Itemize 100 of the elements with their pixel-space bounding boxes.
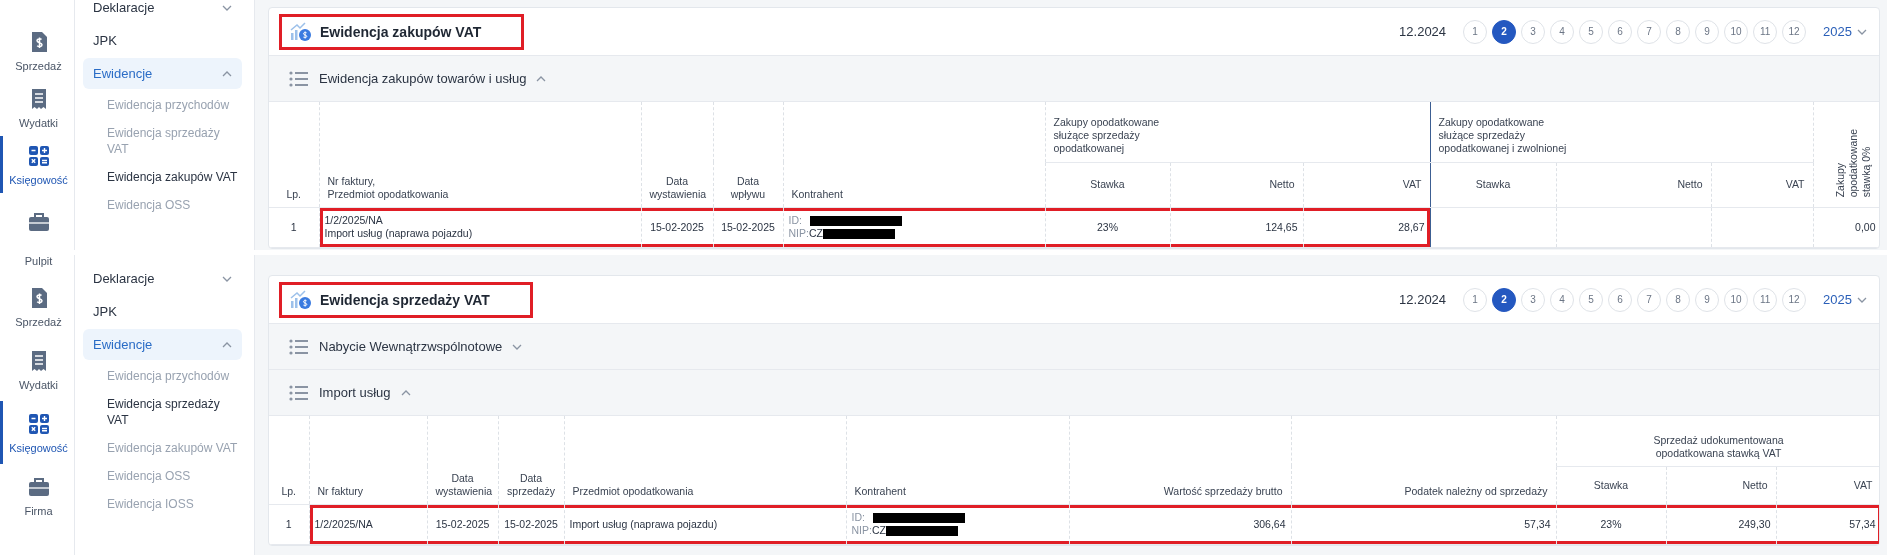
menu-item[interactable]: Ewidencja OSS — [83, 462, 242, 490]
column-header: Kontrahent — [791, 187, 843, 200]
nav-item[interactable]: Pulpit — [0, 255, 74, 275]
table-cell: 15-02-2025 — [650, 220, 704, 233]
menu-item[interactable]: JPK — [83, 296, 242, 327]
month-button[interactable]: 9 — [1695, 19, 1720, 44]
table-cell: 23% — [1097, 220, 1118, 233]
menu-item[interactable]: Ewidencje — [83, 329, 242, 360]
caret-icon — [1857, 28, 1867, 35]
month-button[interactable]: 2 — [1492, 287, 1517, 312]
column-header: Stawka — [1090, 178, 1125, 190]
month-button[interactable]: 12 — [1782, 19, 1807, 44]
month-button[interactable]: 9 — [1695, 287, 1720, 312]
table-cell: 23% — [1600, 517, 1622, 530]
section-header[interactable]: Import usług — [269, 370, 1879, 416]
chart-coin-icon — [290, 289, 312, 310]
menu-item[interactable]: Ewidencje — [83, 58, 242, 89]
month-button[interactable]: 10 — [1724, 19, 1749, 44]
month-button[interactable]: 3 — [1521, 19, 1546, 44]
month-button[interactable]: 4 — [1550, 19, 1575, 44]
month-button[interactable]: 7 — [1637, 287, 1662, 312]
table-cell: 15-02-2025 — [721, 220, 775, 233]
column-header: Stawka — [1475, 178, 1511, 190]
menu-item[interactable]: Deklaracje — [83, 0, 242, 23]
month-button[interactable]: 11 — [1753, 19, 1778, 44]
month-button[interactable]: 1 — [1463, 19, 1488, 44]
chevron-up-icon — [222, 341, 232, 348]
table-cell: 1/2/2025/NA — [314, 517, 373, 530]
column-header: Podatek należny od sprzedaży — [1404, 484, 1548, 497]
column-header: Data wystawienia — [649, 174, 707, 200]
column-group-header: Zakupy opodatkowane służące sprzedaży opodatkowanej i zwolnionej — [1438, 116, 1567, 154]
month-button[interactable]: 8 — [1666, 19, 1691, 44]
caret-icon — [1857, 296, 1867, 303]
column-header: Stawka — [1593, 478, 1629, 491]
period-label[interactable]: 12.2024 — [1399, 292, 1447, 307]
month-button[interactable]: 4 — [1550, 287, 1575, 312]
table-cell: 0,00 — [1855, 220, 1876, 233]
column-header: Przedmiot opodatkowania — [572, 484, 694, 497]
menu-item[interactable]: Deklaracje — [83, 263, 242, 294]
column-header: VAT — [1785, 178, 1805, 190]
year-dropdown[interactable]: 2025 — [1821, 22, 1869, 41]
column-header: Netto — [1269, 178, 1295, 190]
period-label[interactable]: 12.2024 — [1399, 24, 1447, 39]
section-header[interactable]: Ewidencja zakupów towarów i usług — [269, 56, 1879, 102]
menu-item[interactable]: Ewidencja sprzedaży VAT — [83, 119, 242, 163]
column-header: Netto — [1677, 178, 1703, 190]
month-button[interactable]: 2 — [1492, 19, 1517, 44]
column-header: Zakupy opodatkowane stawką 0% — [1833, 129, 1873, 198]
section-header[interactable]: Nabycie Wewnątrzwspólnotowe — [269, 324, 1879, 370]
month-button[interactable]: 1 — [1463, 287, 1488, 312]
menu-item[interactable]: Ewidencja zakupów VAT — [83, 163, 242, 191]
chart-coin-icon — [290, 21, 312, 42]
nav-item[interactable]: Wydatki — [0, 79, 74, 136]
nav-item[interactable]: Firma — [0, 464, 74, 527]
column-header: Data wystawienia — [435, 471, 493, 497]
month-button[interactable]: 6 — [1608, 19, 1633, 44]
table-cell: 28,67 — [1398, 220, 1425, 233]
chevron-down-icon — [222, 275, 232, 282]
column-header: Data sprzedaży — [507, 471, 555, 497]
menu-item[interactable]: Ewidencja przychodów — [83, 362, 242, 390]
list-icon — [289, 338, 309, 355]
month-button[interactable]: 8 — [1666, 287, 1691, 312]
column-group-header: Zakupy opodatkowane służące sprzedaży opodatkowanej — [1053, 116, 1160, 154]
menu-item[interactable]: Ewidencja OSS — [83, 191, 242, 219]
column-group-header: Sprzedaż udokumentowana opodatkowana stawką VAT — [1653, 433, 1784, 459]
month-button[interactable]: 11 — [1753, 287, 1778, 312]
column-header: Wartość sprzedaży brutto — [1163, 484, 1283, 497]
list-icon — [289, 384, 309, 401]
chevron-up-icon — [400, 389, 411, 396]
menu-item[interactable]: Ewidencja sprzedaży VAT — [83, 390, 242, 434]
nav-item[interactable]: Wydatki — [0, 338, 74, 401]
menu-item[interactable]: Ewidencja zakupów VAT — [83, 434, 242, 462]
year-dropdown[interactable]: 2025 — [1821, 290, 1869, 309]
month-button[interactable]: 3 — [1521, 287, 1546, 312]
nav-item[interactable]: Sprzedaż — [0, 22, 74, 79]
menu-item[interactable]: JPK — [83, 25, 242, 56]
month-button[interactable]: 5 — [1579, 19, 1604, 44]
column-header: Netto — [1742, 478, 1768, 491]
nav-item[interactable]: Sprzedaż — [0, 275, 74, 338]
month-button[interactable]: 6 — [1608, 287, 1633, 312]
nip-label: NIP: — [788, 227, 809, 240]
nip-label: NIP: — [851, 524, 872, 537]
month-button[interactable]: 10 — [1724, 287, 1749, 312]
table-cell: Import usług (naprawa pojazdu) — [569, 517, 718, 530]
table-cell: 15-02-2025 — [504, 517, 558, 530]
table-cell: 57,34 — [1849, 517, 1876, 530]
chevron-up-icon — [536, 75, 547, 82]
card-title: Ewidencja sprzedaży VAT — [320, 291, 490, 308]
table-cell-text: 1/2/2025/NA — [324, 214, 384, 227]
month-button[interactable]: 12 — [1782, 287, 1807, 312]
column-header: VAT — [1402, 178, 1422, 190]
month-button[interactable]: 5 — [1579, 287, 1604, 312]
id-label: ID: — [851, 511, 865, 524]
month-button[interactable]: 7 — [1637, 19, 1662, 44]
table-cell: 57,34 — [1524, 517, 1551, 530]
column-header: Nr faktury, Przedmiot opodatkowania — [327, 174, 449, 200]
table-cell: 15-02-2025 — [435, 517, 490, 530]
menu-item[interactable]: Ewidencja IOSS — [83, 490, 242, 518]
chevron-down-icon — [222, 4, 232, 11]
menu-item[interactable]: Ewidencja przychodów — [83, 91, 242, 119]
